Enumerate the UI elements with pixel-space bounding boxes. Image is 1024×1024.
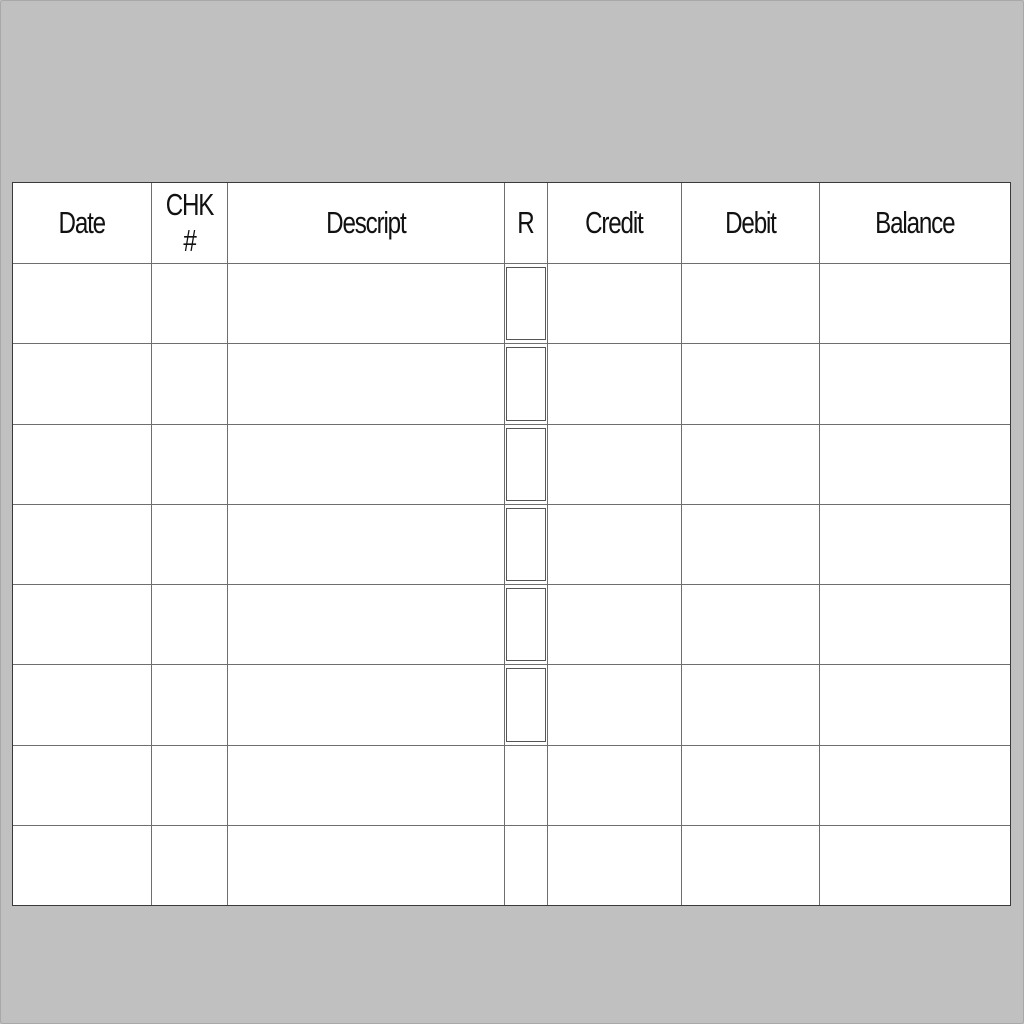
- table-row: [13, 824, 1010, 905]
- table-row: [13, 423, 1010, 505]
- reconciled-cell: [503, 262, 548, 345]
- column-header-debit: Debit: [680, 183, 820, 264]
- date-cell[interactable]: [13, 343, 152, 425]
- reconciled-cell: [503, 503, 548, 586]
- column-header-balance: Balance: [818, 183, 1010, 264]
- column-header-description: Descript: [226, 183, 505, 264]
- check-number-cell[interactable]: [150, 503, 228, 586]
- reconciled-cell: [503, 824, 548, 905]
- debit-cell[interactable]: [680, 423, 820, 505]
- date-cell[interactable]: [13, 262, 152, 345]
- description-cell[interactable]: [226, 503, 505, 586]
- debit-cell[interactable]: [680, 824, 820, 905]
- reconciled-checkbox[interactable]: [505, 588, 546, 662]
- table-row: [13, 503, 1010, 586]
- reconciled-checkbox[interactable]: [505, 507, 546, 581]
- date-cell[interactable]: [13, 583, 152, 666]
- table-row: [13, 744, 1010, 826]
- header-row: Date CHK # Descript R Credit Debit Balan…: [13, 183, 1010, 264]
- column-header-date: Date: [13, 183, 152, 264]
- check-number-cell[interactable]: [150, 824, 228, 905]
- credit-cell[interactable]: [546, 423, 682, 505]
- table-row: [13, 343, 1010, 425]
- description-cell[interactable]: [226, 583, 505, 666]
- balance-cell[interactable]: [818, 423, 1010, 505]
- reconciled-checkbox[interactable]: [505, 427, 546, 501]
- column-header-reconciled: R: [503, 183, 548, 264]
- balance-cell[interactable]: [818, 343, 1010, 425]
- description-cell[interactable]: [226, 262, 505, 345]
- check-number-cell[interactable]: [150, 423, 228, 505]
- check-number-cell[interactable]: [150, 343, 228, 425]
- credit-cell[interactable]: [546, 583, 682, 666]
- description-cell[interactable]: [226, 744, 505, 826]
- description-cell[interactable]: [226, 343, 505, 425]
- description-cell[interactable]: [226, 423, 505, 505]
- debit-cell[interactable]: [680, 744, 820, 826]
- date-cell[interactable]: [13, 824, 152, 905]
- balance-cell[interactable]: [818, 744, 1010, 826]
- balance-cell[interactable]: [818, 664, 1010, 746]
- reconciled-checkbox[interactable]: [505, 267, 546, 341]
- ledger-grid: Date CHK # Descript R Credit Debit Balan…: [13, 183, 1010, 905]
- table-row: [13, 583, 1010, 666]
- balance-cell[interactable]: [818, 503, 1010, 586]
- check-number-cell[interactable]: [150, 583, 228, 666]
- reconciled-checkbox[interactable]: [505, 347, 546, 421]
- check-number-cell[interactable]: [150, 664, 228, 746]
- balance-cell[interactable]: [818, 824, 1010, 905]
- reconciled-checkbox[interactable]: [505, 668, 546, 742]
- description-cell[interactable]: [226, 824, 505, 905]
- debit-cell[interactable]: [680, 664, 820, 746]
- credit-cell[interactable]: [546, 744, 682, 826]
- balance-cell[interactable]: [818, 583, 1010, 666]
- debit-cell[interactable]: [680, 343, 820, 425]
- check-register-table: Date CHK # Descript R Credit Debit Balan…: [12, 182, 1011, 906]
- check-number-cell[interactable]: [150, 262, 228, 345]
- date-cell[interactable]: [13, 664, 152, 746]
- reconciled-cell: [503, 343, 548, 425]
- reconciled-cell: [503, 423, 548, 505]
- debit-cell[interactable]: [680, 583, 820, 666]
- debit-cell[interactable]: [680, 262, 820, 345]
- reconciled-cell: [503, 664, 548, 746]
- credit-cell[interactable]: [546, 503, 682, 586]
- date-cell[interactable]: [13, 744, 152, 826]
- description-cell[interactable]: [226, 664, 505, 746]
- credit-cell[interactable]: [546, 262, 682, 345]
- date-cell[interactable]: [13, 423, 152, 505]
- credit-cell[interactable]: [546, 343, 682, 425]
- credit-cell[interactable]: [546, 824, 682, 905]
- column-header-check-number: CHK #: [150, 183, 228, 264]
- credit-cell[interactable]: [546, 664, 682, 746]
- date-cell[interactable]: [13, 503, 152, 586]
- column-header-credit: Credit: [546, 183, 682, 264]
- check-number-cell[interactable]: [150, 744, 228, 826]
- table-row: [13, 664, 1010, 746]
- debit-cell[interactable]: [680, 503, 820, 586]
- balance-cell[interactable]: [818, 262, 1010, 345]
- reconciled-cell: [503, 583, 548, 666]
- table-row: [13, 262, 1010, 345]
- reconciled-cell: [503, 744, 548, 826]
